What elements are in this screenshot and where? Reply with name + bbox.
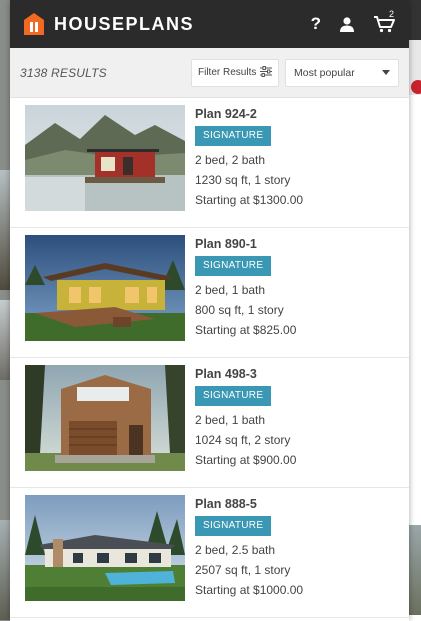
plan-thumbnail[interactable] xyxy=(25,495,185,601)
plan-info: Plan 498-3 SIGNATURE 2 bed, 1 bath 1024 … xyxy=(185,365,296,487)
filter-bar: 3138 RESULTS Filter Results Most popular xyxy=(10,48,409,98)
plan-price: Starting at $1300.00 xyxy=(195,193,304,207)
plan-beds-baths: 2 bed, 2.5 bath xyxy=(195,543,276,557)
plan-size-stories: 1024 sq ft, 2 story xyxy=(195,433,291,447)
plan-name[interactable]: Plan 924-2 xyxy=(195,106,303,122)
plan-beds-baths: 2 bed, 2 bath xyxy=(195,153,266,167)
help-label: ? xyxy=(310,14,321,33)
plan-name[interactable]: Plan 888-5 xyxy=(195,496,303,512)
background-header xyxy=(409,0,421,40)
plan-thumbnail[interactable] xyxy=(25,365,185,471)
plan-price: Starting at $825.00 xyxy=(195,323,297,337)
signature-badge: SIGNATURE xyxy=(195,386,272,406)
help-icon[interactable]: ? xyxy=(311,14,321,34)
plan-info: Plan 924-2 SIGNATURE 2 bed, 2 bath 1230 … xyxy=(185,105,303,227)
plan-thumbnail[interactable] xyxy=(25,105,185,211)
results-count: 3138 RESULTS xyxy=(20,65,107,80)
user-icon[interactable] xyxy=(339,16,355,32)
background-photo xyxy=(0,520,10,620)
plan-size-stories: 2507 sq ft, 1 story xyxy=(195,563,291,577)
sort-selected-value: Most popular xyxy=(294,66,355,79)
plan-name[interactable]: Plan 498-3 xyxy=(195,366,296,382)
chevron-down-icon xyxy=(382,70,390,75)
plan-name[interactable]: Plan 890-1 xyxy=(195,236,296,252)
plan-thumbnail[interactable] xyxy=(25,235,185,341)
plan-info: Plan 890-1 SIGNATURE 2 bed, 1 bath 800 s… xyxy=(185,235,296,357)
plan-beds-baths: 2 bed, 1 bath xyxy=(195,413,266,427)
plan-price: Starting at $900.00 xyxy=(195,453,297,467)
filter-results-button[interactable]: Filter Results xyxy=(191,58,279,87)
plan-list-item[interactable]: Plan 924-2 SIGNATURE 2 bed, 2 bath 1230 … xyxy=(10,98,409,228)
background-photo xyxy=(0,300,10,380)
sliders-icon xyxy=(260,65,272,80)
plan-size-stories: 800 sq ft, 1 story xyxy=(195,303,284,317)
plan-list-item[interactable]: Plan 498-3 SIGNATURE 2 bed, 1 bath 1024 … xyxy=(10,358,409,488)
plan-list-item[interactable]: Plan 888-5 SIGNATURE 2 bed, 2.5 bath 250… xyxy=(10,488,409,618)
plan-info: Plan 888-5 SIGNATURE 2 bed, 2.5 bath 250… xyxy=(185,495,303,617)
filter-results-label: Filter Results xyxy=(198,67,257,78)
signature-badge: SIGNATURE xyxy=(195,256,272,276)
background-photo xyxy=(0,170,10,290)
signature-badge: SIGNATURE xyxy=(195,126,272,146)
plan-results-list: Plan 924-2 SIGNATURE 2 bed, 2 bath 1230 … xyxy=(10,98,409,618)
sort-dropdown[interactable]: Most popular xyxy=(285,58,399,87)
plan-size-stories: 1230 sq ft, 1 story xyxy=(195,173,291,187)
header-icons: ? 2 xyxy=(311,0,395,48)
background-photo xyxy=(409,525,421,615)
search-results-panel: HOUSEPLANS ? 2 3138 RESULTS Filter Resul… xyxy=(10,0,409,621)
signature-badge: SIGNATURE xyxy=(195,516,272,536)
plan-beds-baths: 2 bed, 1 bath xyxy=(195,283,266,297)
pinterest-icon xyxy=(411,80,421,94)
top-navigation-bar: HOUSEPLANS ? 2 xyxy=(10,0,409,48)
logo-text[interactable]: HOUSEPLANS xyxy=(54,14,194,35)
cart-count-badge: 2 xyxy=(388,9,394,19)
plan-list-item[interactable]: Plan 890-1 SIGNATURE 2 bed, 1 bath 800 s… xyxy=(10,228,409,358)
plan-price: Starting at $1000.00 xyxy=(195,583,304,597)
houseplans-logo-icon[interactable] xyxy=(24,13,44,35)
cart-icon[interactable]: 2 xyxy=(373,9,395,33)
